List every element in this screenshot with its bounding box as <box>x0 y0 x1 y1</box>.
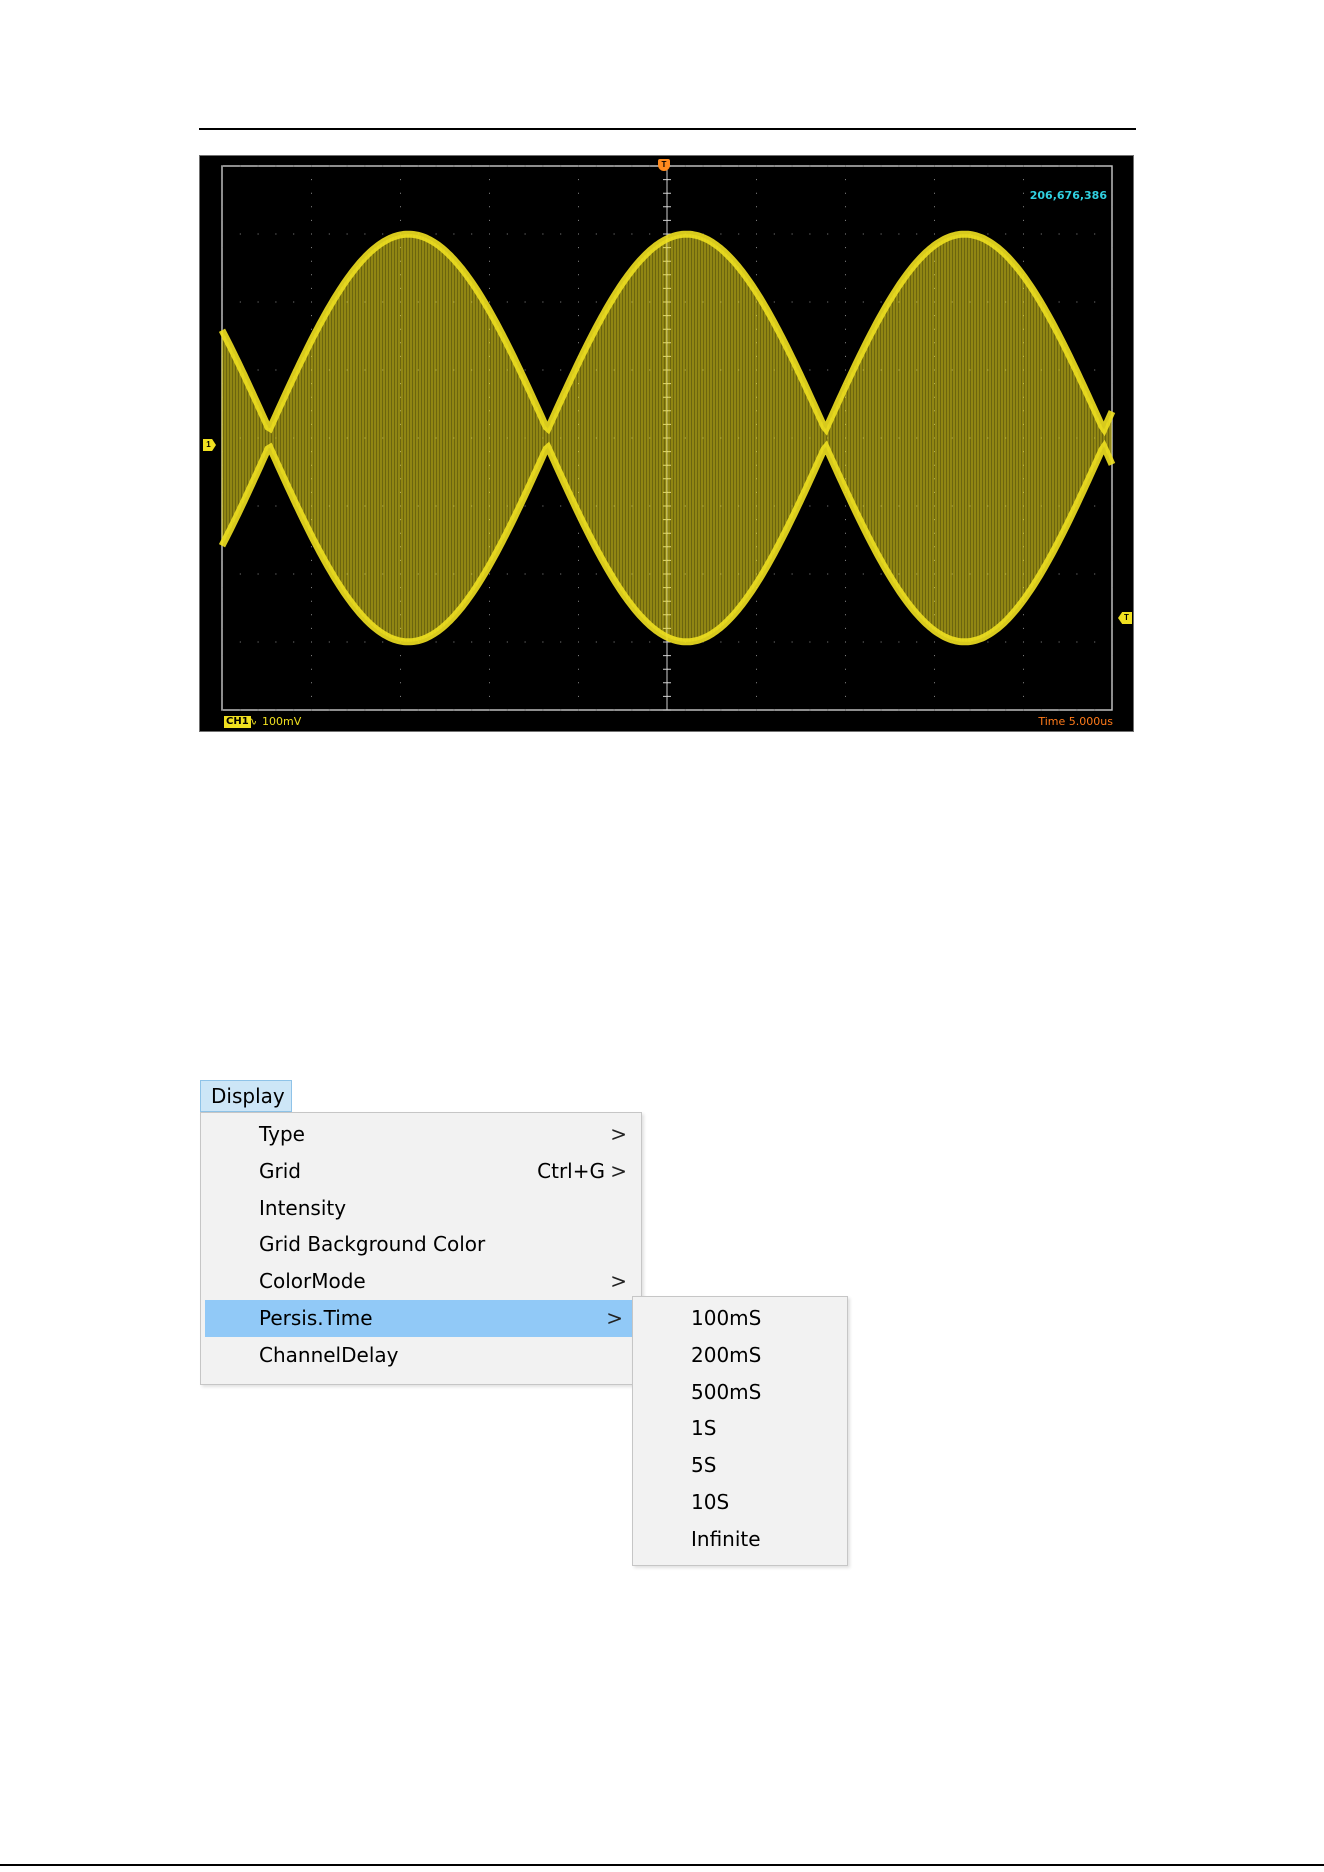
menu-item-label: Grid Background Color <box>259 1232 486 1257</box>
channel-badge[interactable]: CH1 <box>224 716 251 728</box>
menu-item-colormode[interactable]: ColorMode > <box>201 1263 641 1300</box>
page-footer-rule <box>0 1864 1324 1866</box>
submenu-item-100ms[interactable]: 100mS <box>633 1300 847 1337</box>
display-menu: Type > Grid Ctrl+G > Intensity Grid Back… <box>200 1112 642 1385</box>
menubar-display[interactable]: Display <box>200 1080 292 1112</box>
menu-item-channeldelay[interactable]: ChannelDelay <box>201 1337 641 1374</box>
chevron-right-icon: > <box>610 1269 627 1294</box>
chevron-right-icon: > <box>610 1122 627 1146</box>
waveform-display <box>218 165 1116 711</box>
sample-counter: 206,676,386 <box>1029 189 1107 202</box>
oscilloscope-screen[interactable]: T 1 T 206,676,386 CH1 ∿ 100mV Time 5.000… <box>199 155 1134 732</box>
submenu-item-10s[interactable]: 10S <box>633 1484 847 1521</box>
menu-item-grid-background-color[interactable]: Grid Background Color <box>201 1226 641 1263</box>
menu-item-type[interactable]: Type > <box>201 1116 641 1153</box>
menu-shortcut: Ctrl+G <box>537 1158 605 1183</box>
submenu-item-5s[interactable]: 5S <box>633 1447 847 1484</box>
menu-item-label: ColorMode <box>259 1269 366 1294</box>
persis-time-submenu: 100mS 200mS 500mS 1S 5S 10S Infinite <box>632 1296 848 1566</box>
submenu-item-1s[interactable]: 1S <box>633 1410 847 1447</box>
menu-item-grid[interactable]: Grid Ctrl+G > <box>201 1153 641 1190</box>
trigger-position-marker[interactable]: T <box>658 159 670 171</box>
menu-item-label: ChannelDelay <box>259 1342 399 1367</box>
timebase-readout: Time 5.000us <box>1038 715 1113 728</box>
submenu-item-200ms[interactable]: 200mS <box>633 1337 847 1374</box>
menu-item-label: Type <box>259 1122 305 1146</box>
page-header-rule <box>199 128 1136 130</box>
volts-per-div: 100mV <box>262 715 302 728</box>
submenu-item-500ms[interactable]: 500mS <box>633 1374 847 1411</box>
scope-status-bar: CH1 ∿ 100mV Time 5.000us <box>200 713 1133 731</box>
coupling-icon: ∿ <box>248 715 258 728</box>
menu-item-label: Grid <box>259 1158 301 1183</box>
chevron-right-icon: > <box>606 1305 623 1330</box>
submenu-item-infinite[interactable]: Infinite <box>633 1521 847 1558</box>
chevron-right-icon: > <box>610 1158 627 1183</box>
menu-item-intensity[interactable]: Intensity <box>201 1190 641 1227</box>
menu-item-label: Persis.Time <box>259 1305 373 1330</box>
menu-item-persis-time[interactable]: Persis.Time > <box>205 1299 637 1337</box>
menu-item-label: Intensity <box>259 1195 347 1220</box>
